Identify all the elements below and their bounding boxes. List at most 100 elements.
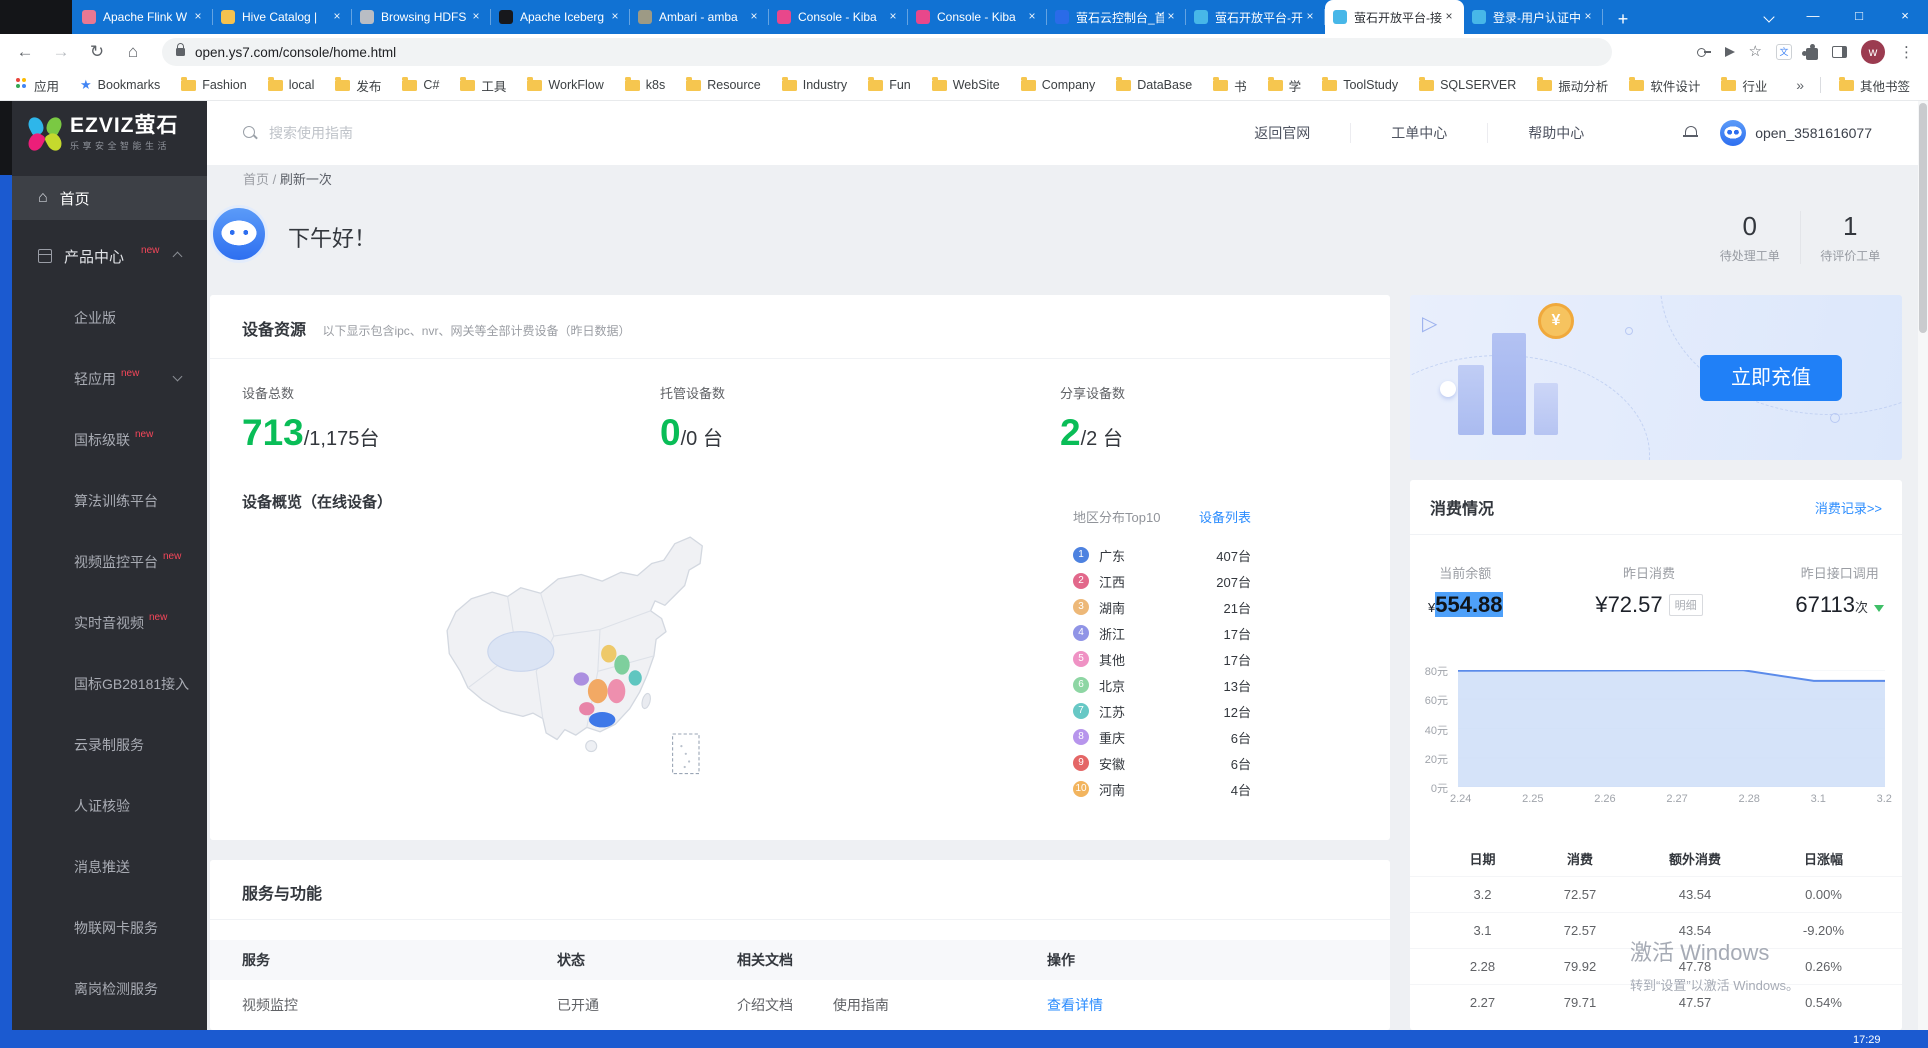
search-icon[interactable] (243, 126, 257, 140)
account-username[interactable]: open_3581616077 (1755, 125, 1872, 141)
region-row[interactable]: 8 重庆 6台 (1073, 724, 1251, 750)
region-row[interactable]: 6 北京 13台 (1073, 672, 1251, 698)
bookmark-item[interactable]: ToolStudy (1322, 78, 1398, 92)
sidebar-item[interactable]: 离岗检测服务 (12, 978, 207, 1000)
search-input[interactable]: 搜索使用指南 (269, 123, 353, 143)
page-scrollbar[interactable] (1918, 101, 1928, 1030)
sidebar-item[interactable]: 云录制服务 (12, 734, 207, 756)
bookmark-item[interactable]: 工具 (460, 76, 506, 95)
browser-tab[interactable]: Console - Kiba (769, 0, 908, 34)
browser-tab[interactable]: Hive Catalog | (213, 0, 352, 34)
sidebar-item[interactable]: 物联网卡服务 (12, 917, 207, 939)
tab-close-icon[interactable] (747, 10, 761, 24)
new-tab-button[interactable]: + (1609, 6, 1637, 34)
workorder-stat[interactable]: 0 待处理工单 (1700, 211, 1800, 264)
maximize-button[interactable]: □ (1836, 0, 1882, 34)
bookmark-item[interactable]: WebSite (932, 78, 1000, 92)
bookmark-item[interactable]: 软件设计 (1629, 76, 1700, 95)
breadcrumb-home[interactable]: 首页 (243, 172, 269, 187)
bookmark-item[interactable]: SQLSERVER (1419, 78, 1516, 92)
region-row[interactable]: 1 广东 407台 (1073, 542, 1251, 568)
browser-tab[interactable]: Apache Flink W (74, 0, 213, 34)
bookmark-item[interactable]: 振动分析 (1537, 76, 1608, 95)
table-row[interactable]: 3.1 72.57 43.54 -9.20% (1410, 912, 1902, 948)
table-row[interactable]: 3.2 72.57 43.54 0.00% (1410, 876, 1902, 912)
address-bar[interactable]: open.ys7.com/console/home.html (162, 38, 1612, 66)
link-help-center[interactable]: 帮助中心 (1487, 123, 1624, 143)
sidebar-item[interactable]: 企业版 (12, 307, 207, 329)
bookmark-item[interactable]: 学 (1268, 76, 1302, 95)
tab-close-icon[interactable] (1303, 10, 1317, 24)
tab-close-icon[interactable] (1164, 10, 1178, 24)
region-row[interactable]: 7 江苏 12台 (1073, 698, 1251, 724)
browser-tab[interactable]: 萤石开放平台-开 (1186, 0, 1325, 34)
region-row[interactable]: 4 浙江 17台 (1073, 620, 1251, 646)
sidebar-item[interactable]: 人证核验 (12, 795, 207, 817)
table-row[interactable]: 2.27 79.71 47.57 0.54% (1410, 984, 1902, 1020)
browser-tab[interactable]: 萤石云控制台_首 (1047, 0, 1186, 34)
share-icon[interactable] (1725, 47, 1735, 57)
tab-search-icon[interactable] (1750, 0, 1790, 34)
bookmark-item[interactable]: 行业 (1721, 76, 1767, 95)
sidebar-item[interactable]: 视频监控平台 new (12, 551, 207, 573)
consumption-records-link[interactable]: 消费记录>> (1815, 498, 1882, 517)
sidebar-item[interactable]: 实时音视频 new (12, 612, 207, 634)
browser-tab[interactable]: Browsing HDFS (352, 0, 491, 34)
tab-close-icon[interactable] (191, 10, 205, 24)
sidebar-item[interactable]: 国标级联 new (12, 429, 207, 451)
home-icon[interactable]: ⌂ (118, 37, 148, 67)
bookmark-item[interactable]: Resource (686, 78, 761, 92)
tab-close-icon[interactable] (886, 10, 900, 24)
browser-tab[interactable]: 登录-用户认证中 (1464, 0, 1603, 34)
profile-avatar[interactable]: w (1861, 40, 1885, 64)
browser-tab[interactable]: Console - Kiba (908, 0, 1047, 34)
recharge-button[interactable]: 立即充值 (1700, 355, 1842, 401)
sidebar-item[interactable]: 国标GB28181接入 (12, 673, 207, 695)
link-official-site[interactable]: 返回官网 (1214, 123, 1350, 143)
region-row[interactable]: 9 安徽 6台 (1073, 750, 1251, 776)
region-row[interactable]: 3 湖南 21台 (1073, 594, 1251, 620)
bookmark-item[interactable]: DataBase (1116, 78, 1192, 92)
bookmark-item[interactable]: Fashion (181, 78, 246, 92)
balance-value[interactable]: 554.88 (1435, 592, 1502, 617)
link-ticket-center[interactable]: 工单中心 (1350, 123, 1487, 143)
bookmarks-overflow-icon[interactable]: » (1796, 77, 1804, 93)
device-list-link[interactable]: 设备列表 (1199, 507, 1251, 526)
region-row[interactable]: 2 江西 207台 (1073, 568, 1251, 594)
notification-bell-icon[interactable] (1684, 126, 1698, 140)
doc-intro-link[interactable]: 介绍文档 (737, 997, 793, 1013)
tab-close-icon[interactable] (608, 10, 622, 24)
bookmark-item[interactable]: 书 (1213, 76, 1247, 95)
browser-tab[interactable]: Ambari - amba (630, 0, 769, 34)
back-icon[interactable]: ← (10, 37, 40, 67)
close-button[interactable]: × (1882, 0, 1928, 34)
other-bookmarks[interactable]: 其他书签 (1839, 76, 1910, 95)
bookmark-item[interactable]: C# (402, 78, 439, 92)
extensions-icon[interactable] (1806, 48, 1818, 60)
browser-tab[interactable]: Apache Iceberg (491, 0, 630, 34)
table-row[interactable]: 2.28 79.92 47.78 0.26% (1410, 948, 1902, 984)
ezviz-logo[interactable]: EZVIZ萤石 乐享安全智能生活 (12, 101, 207, 164)
lock-icon[interactable] (176, 48, 185, 56)
chevron-up-icon[interactable] (173, 250, 183, 260)
bookmark-item[interactable]: WorkFlow (527, 78, 603, 92)
scrollbar-thumb[interactable] (1919, 103, 1927, 333)
tab-close-icon[interactable] (1581, 10, 1595, 24)
reload-icon[interactable]: ↻ (82, 37, 112, 67)
china-map[interactable] (435, 523, 765, 813)
chevron-down-icon[interactable] (173, 373, 183, 383)
bookmarks-folder[interactable]: ★ Bookmarks (80, 77, 160, 93)
apps-shortcut[interactable]: 应用 (14, 76, 59, 95)
sidebar-item-home[interactable]: ⌂ 首页 (12, 176, 207, 220)
translate-icon[interactable]: 文 (1776, 44, 1792, 60)
bookmark-item[interactable]: Fun (868, 78, 911, 92)
side-panel-icon[interactable] (1832, 46, 1847, 58)
bookmark-item[interactable]: 发布 (335, 76, 381, 95)
bookmark-item[interactable]: local (268, 78, 315, 92)
tab-close-icon[interactable] (469, 10, 483, 24)
bookmark-star-icon[interactable]: ☆ (1749, 45, 1762, 59)
doc-guide-link[interactable]: 使用指南 (833, 997, 889, 1013)
bookmark-item[interactable]: Company (1021, 78, 1096, 92)
sidebar-item[interactable]: 算法训练平台 (12, 490, 207, 512)
bookmark-item[interactable]: Industry (782, 78, 847, 92)
